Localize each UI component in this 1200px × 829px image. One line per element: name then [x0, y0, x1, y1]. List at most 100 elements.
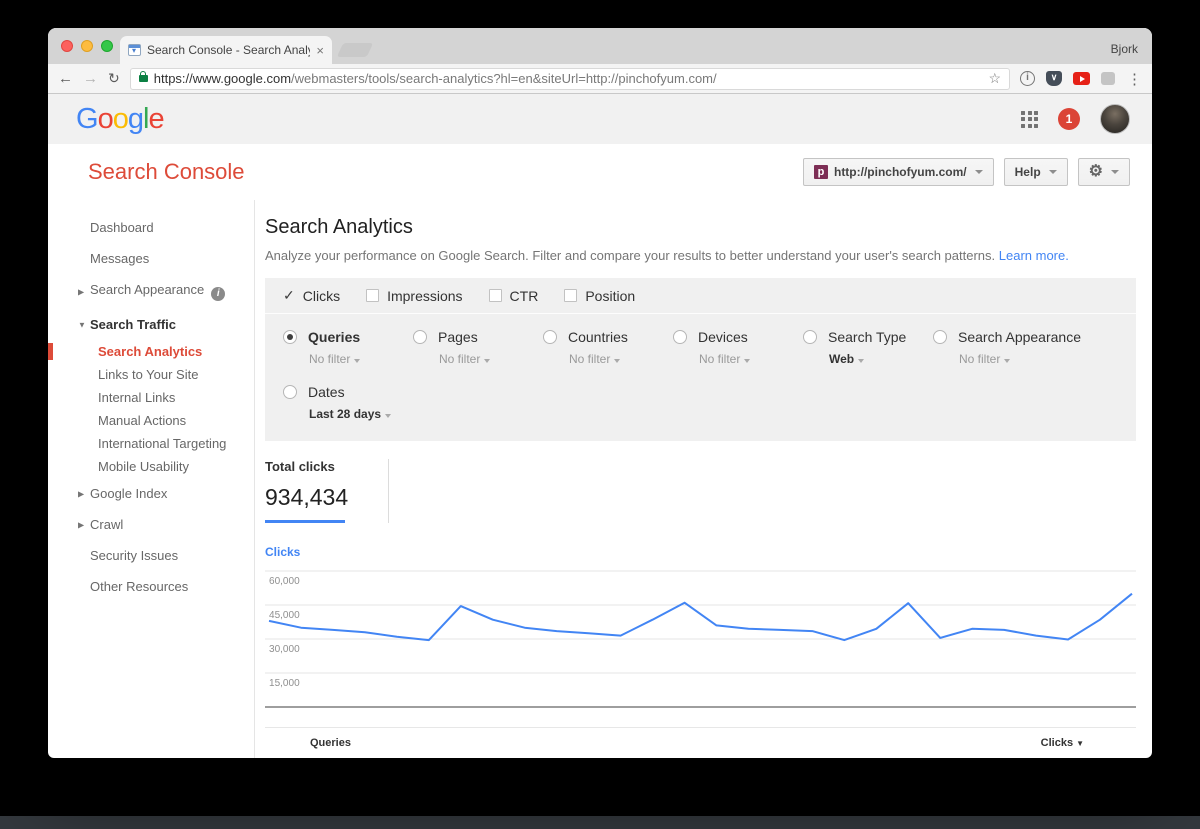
sidebar-item-search-appearance[interactable]: ▶Search Appearancei [48, 274, 254, 309]
sidebar-item-internal-links[interactable]: Internal Links [48, 386, 254, 409]
radio-selected-icon [283, 330, 297, 344]
sidebar-item-international-targeting[interactable]: International Targeting [48, 432, 254, 455]
filter-dropdown-search-type[interactable]: Web [829, 352, 933, 366]
dimension-search-appearance: Search Appearance No filter [933, 329, 1081, 366]
metric-toggle-ctr[interactable]: CTR [489, 288, 539, 304]
window-controls [61, 40, 113, 52]
metric-toggle-impressions[interactable]: Impressions [366, 288, 462, 304]
main-content: Search Analytics Analyze your performanc… [255, 200, 1152, 758]
window-close-button[interactable] [61, 40, 73, 52]
dimension-dates: Dates Last 28 days [283, 384, 1118, 421]
reload-icon[interactable]: ↻ [108, 70, 120, 87]
dimension-radio-dates[interactable]: Dates [283, 384, 1118, 400]
checkbox-icon [564, 289, 577, 302]
dimension-radio-search-type[interactable]: Search Type [803, 329, 933, 345]
chevron-down-icon [858, 359, 864, 363]
sidebar-item-label: Mobile Usability [98, 459, 189, 474]
filter-dropdown-queries[interactable]: No filter [309, 352, 413, 366]
dimension-radio-queries[interactable]: Queries [283, 329, 413, 345]
settings-button[interactable]: ⚙ [1078, 158, 1130, 186]
filter-dropdown-search-appearance[interactable]: No filter [959, 352, 1081, 366]
youtube-extension-icon[interactable] [1073, 72, 1090, 85]
sidebar-item-crawl[interactable]: ▶Crawl [48, 509, 254, 540]
site-selector-button[interactable]: p http://pinchofyum.com/ [803, 158, 994, 186]
dimension-radio-devices[interactable]: Devices [673, 329, 803, 345]
help-button[interactable]: Help [1004, 158, 1068, 186]
tab-close-icon[interactable]: × [316, 43, 324, 58]
browser-tab[interactable]: Search Console - Search Analy × [120, 36, 332, 64]
info-icon[interactable]: i [211, 287, 225, 301]
url-host: https://www.google.com [154, 71, 291, 86]
series-label: Clicks [265, 545, 1136, 559]
radio-icon [803, 330, 817, 344]
sidebar-item-links-to-your-site[interactable]: Links to Your Site [48, 363, 254, 386]
browser-menu-icon[interactable]: ⋮ [1127, 70, 1142, 88]
browser-window: Search Console - Search Analy × Bjork ← … [48, 28, 1152, 758]
dimension-countries: Countries No filter [543, 329, 673, 366]
google-logo-letter: g [128, 103, 143, 135]
sidebar-item-mobile-usability[interactable]: Mobile Usability [48, 455, 254, 478]
disabled-extension-icon[interactable] [1101, 72, 1115, 85]
filter-panel: ✓Clicks Impressions CTR Position Queries No … [265, 278, 1136, 441]
chrome-profile-name[interactable]: Bjork [1111, 42, 1152, 64]
learn-more-link[interactable]: Learn more. [999, 248, 1069, 263]
back-button-icon[interactable]: ← [58, 71, 73, 86]
clicks-line [269, 594, 1132, 640]
dimension-radio-pages[interactable]: Pages [413, 329, 543, 345]
metric-toggle-position[interactable]: Position [564, 288, 635, 304]
filter-dropdown-dates[interactable]: Last 28 days [309, 407, 1118, 421]
radio-icon [413, 330, 427, 344]
console-header: Search Console p http://pinchofyum.com/ … [48, 144, 1152, 200]
dimension-radio-countries[interactable]: Countries [543, 329, 673, 345]
dimension-label: Search Type [828, 329, 906, 345]
sort-desc-icon: ▼ [1076, 739, 1084, 748]
clicks-sort-header[interactable]: Clicks ▼ [1041, 737, 1084, 749]
window-minimize-button[interactable] [81, 40, 93, 52]
chevron-down-icon [744, 359, 750, 363]
metric-label: Clicks [303, 288, 340, 304]
metric-toggle-clicks[interactable]: ✓Clicks [283, 287, 340, 304]
avatar[interactable] [1100, 104, 1130, 134]
notifications-badge[interactable]: 1 [1058, 108, 1080, 130]
dimension-radio-search-appearance[interactable]: Search Appearance [933, 329, 1081, 345]
info-extension-icon[interactable]: i [1020, 71, 1035, 86]
filter-dropdown-pages[interactable]: No filter [439, 352, 543, 366]
google-logo[interactable]: Google [76, 103, 164, 136]
page-description: Analyze your performance on Google Searc… [265, 248, 1136, 263]
total-clicks-card[interactable]: Total clicks 934,434 [265, 459, 389, 523]
apps-grid-icon[interactable] [1021, 111, 1038, 128]
address-bar[interactable]: https://www.google.com /webmasters/tools… [130, 68, 1010, 90]
filter-value: Last 28 days [309, 407, 381, 421]
pocket-extension-icon[interactable]: ∨ [1046, 71, 1062, 86]
forward-button-icon[interactable]: → [83, 71, 98, 86]
google-header-bar: Google 1 [48, 94, 1152, 144]
gear-icon: ⚙ [1089, 164, 1103, 180]
chevron-down-icon [1111, 170, 1119, 174]
dimension-label: Countries [568, 329, 628, 345]
checkbox-icon [366, 289, 379, 302]
bookmark-star-icon[interactable]: ☆ [988, 70, 1001, 87]
sidebar-item-search-traffic[interactable]: ▼Search Traffic [48, 309, 254, 340]
chevron-down-icon [975, 170, 983, 174]
sidebar-item-manual-actions[interactable]: Manual Actions [48, 409, 254, 432]
new-tab-button[interactable] [337, 43, 374, 57]
sidebar-item-label: Internal Links [98, 390, 175, 405]
filter-dropdown-countries[interactable]: No filter [569, 352, 673, 366]
sidebar-item-messages[interactable]: Messages [48, 243, 254, 274]
filter-dropdown-devices[interactable]: No filter [699, 352, 803, 366]
total-clicks-accent [265, 520, 345, 523]
dates-row: Dates Last 28 days [265, 366, 1136, 441]
google-logo-letter: G [76, 103, 98, 135]
sidebar: DashboardMessages▶Search Appearancei▼Sea… [48, 200, 255, 758]
sidebar-item-google-index[interactable]: ▶Google Index [48, 478, 254, 509]
sidebar-item-security-issues[interactable]: Security Issues [48, 540, 254, 571]
window-zoom-button[interactable] [101, 40, 113, 52]
sidebar-item-other-resources[interactable]: Other Resources [48, 571, 254, 602]
sidebar-item-dashboard[interactable]: Dashboard [48, 212, 254, 243]
radio-icon [543, 330, 557, 344]
dimension-label: Queries [308, 329, 360, 345]
clicks-column-header: Clicks [1041, 737, 1073, 749]
sidebar-item-search-analytics[interactable]: Search Analytics [48, 340, 254, 363]
chevron-collapsed-icon: ▶ [78, 287, 84, 296]
extension-icons: i ∨ [1020, 71, 1115, 86]
